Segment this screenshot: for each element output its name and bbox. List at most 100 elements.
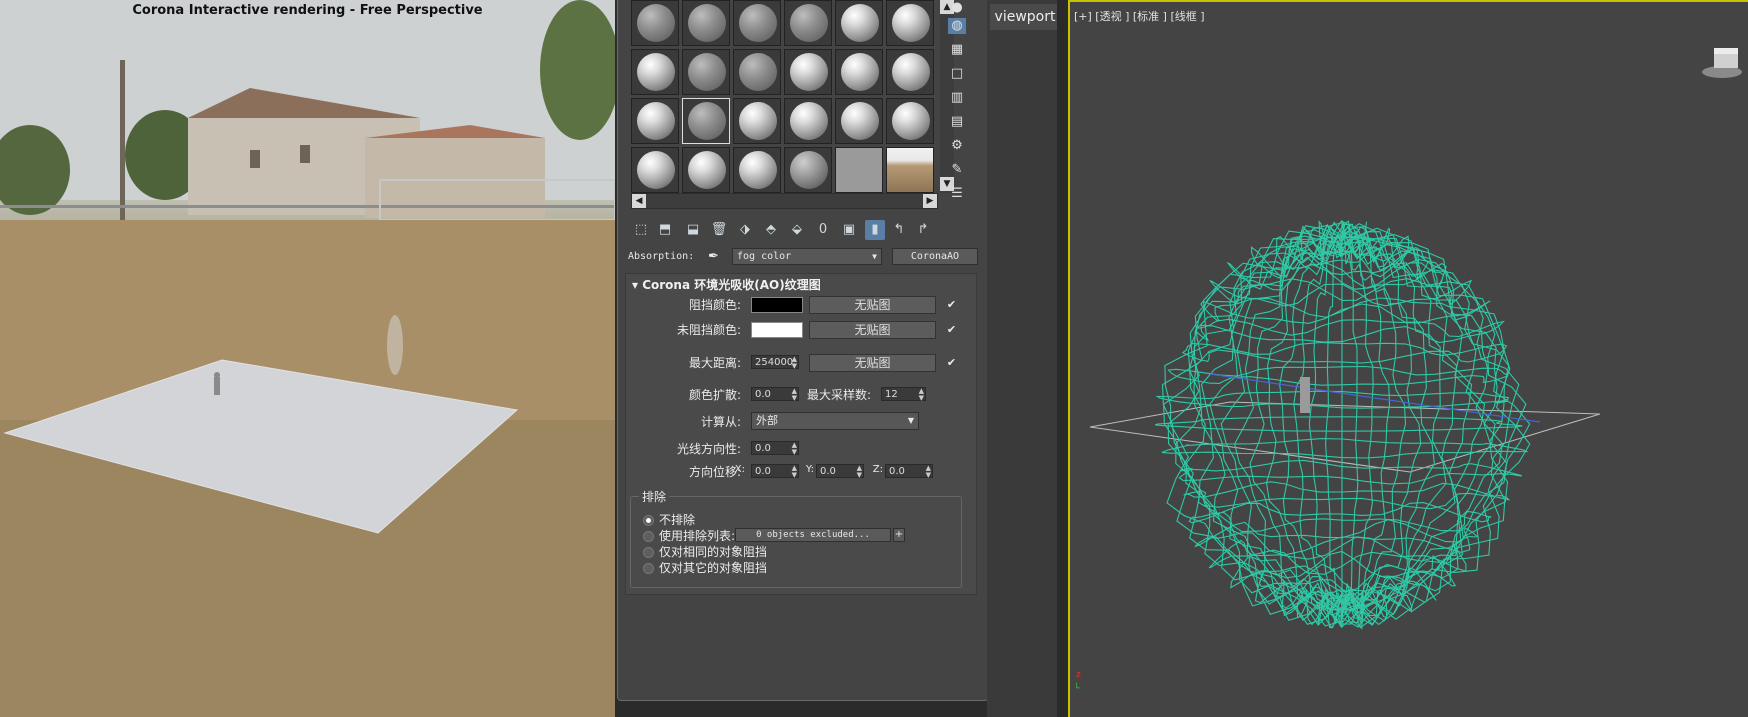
show-shaded-icon[interactable]: ▣ <box>839 220 859 240</box>
show-end-result-icon[interactable]: ▮ <box>865 220 885 240</box>
color-spread-value: 0.0 <box>755 389 771 400</box>
put-to-library-icon[interactable]: ⬙ <box>787 220 807 240</box>
material-slot[interactable] <box>733 0 781 46</box>
video-color-check-icon[interactable]: ▥ <box>948 90 966 106</box>
material-navigator-icon[interactable]: ☰ <box>948 186 966 202</box>
material-slot[interactable] <box>733 98 781 144</box>
absorption-map-button[interactable]: CoronaAO <box>892 248 978 265</box>
eyedropper-icon[interactable]: ✒ <box>708 249 719 264</box>
y-label: Y: <box>805 464 814 475</box>
options-icon[interactable]: ⚙ <box>948 138 966 154</box>
material-slot[interactable] <box>886 0 934 46</box>
material-slot[interactable] <box>631 49 679 95</box>
add-exclude-icon[interactable]: + <box>893 528 905 542</box>
material-slot[interactable] <box>784 98 832 144</box>
viewport-label[interactable]: [+] [透视 ] [标准 ] [线框 ] <box>1074 8 1205 24</box>
material-slot[interactable] <box>631 147 679 193</box>
material-slot[interactable] <box>886 98 934 144</box>
assign-material-icon[interactable]: ⬓ <box>683 220 703 240</box>
unoccluded-color-swatch[interactable] <box>751 322 803 338</box>
material-slot[interactable] <box>682 147 730 193</box>
material-slot[interactable] <box>886 147 934 193</box>
go-to-parent-icon[interactable]: ↰ <box>889 220 909 240</box>
x-offset-spinner[interactable]: 0.0 ▲ ▼ <box>751 464 799 479</box>
material-slot[interactable] <box>835 0 883 46</box>
material-slot[interactable] <box>733 49 781 95</box>
spinner-arrows-icon: ▲ ▼ <box>856 464 862 479</box>
scroll-left-icon[interactable]: ◀ <box>632 194 646 208</box>
rollout-header[interactable]: ▾ Corona 环境光吸收(AO)纹理图 <box>632 276 821 293</box>
max-distance-label: 最大距离: <box>688 356 741 370</box>
material-id-icon[interactable]: 0 <box>813 220 833 240</box>
unoccluded-map-checkbox[interactable]: ✔ <box>946 324 957 335</box>
material-slot[interactable] <box>631 0 679 46</box>
material-slot-selected[interactable] <box>682 98 730 144</box>
material-slot[interactable] <box>631 98 679 144</box>
unoccluded-map-button[interactable]: 无贴图 <box>809 321 936 339</box>
use-exclude-list-label: 使用排除列表: <box>659 529 736 543</box>
max-distance-map-button[interactable]: 无贴图 <box>809 354 936 372</box>
go-forward-sibling-icon[interactable]: ↱ <box>913 220 933 240</box>
make-unique-icon[interactable]: ⬘ <box>761 220 781 240</box>
material-editor-panel: ▲ ▼ ◀ ▶ ● ◍ ▦ □ ▥ ▤ ⚙ ✎ ☰ ⬚ ⬒ ⬓ 🗑 ⬗ ⬘ ⬙ … <box>617 0 989 701</box>
spinner-arrows-icon: ▲ ▼ <box>918 387 924 402</box>
backlight-icon[interactable]: ◍ <box>948 18 966 34</box>
x-offset-value: 0.0 <box>755 466 771 477</box>
material-slot[interactable] <box>682 49 730 95</box>
middle-strip: viewport <box>987 0 1065 717</box>
spinner-arrows-icon: ▲ ▼ <box>791 441 797 456</box>
viewcube-icon[interactable] <box>1700 42 1744 82</box>
material-slot[interactable] <box>835 147 883 193</box>
ray-directionality-spinner[interactable]: 0.0 ▲ ▼ <box>751 441 799 456</box>
same-object-only-label: 仅对相同的对象阻挡 <box>659 545 768 559</box>
material-slot[interactable] <box>784 147 832 193</box>
material-slot[interactable] <box>784 0 832 46</box>
background-icon[interactable]: ▦ <box>948 42 966 58</box>
sample-uv-icon[interactable]: □ <box>948 66 966 82</box>
viewport-tab[interactable]: viewport <box>990 4 1060 30</box>
absorption-dropdown[interactable]: fog color ▼ <box>732 248 882 265</box>
y-offset-spinner[interactable]: 0.0 ▲ ▼ <box>816 464 864 479</box>
radio-no-exclude[interactable] <box>643 515 654 526</box>
radio-use-exclude-list[interactable] <box>643 531 654 542</box>
corona-render-view[interactable]: Corona Interactive rendering - Free Pers… <box>0 0 615 717</box>
radio-other-object-only[interactable] <box>643 563 654 574</box>
make-preview-icon[interactable]: ▤ <box>948 114 966 130</box>
y-offset-value: 0.0 <box>820 466 836 477</box>
z-offset-spinner[interactable]: 0.0 ▲ ▼ <box>885 464 933 479</box>
material-slot[interactable] <box>835 98 883 144</box>
direction-offset-label: 方向位移: <box>688 465 741 479</box>
calc-from-label: 计算从: <box>700 415 741 429</box>
material-slot[interactable] <box>886 49 934 95</box>
material-slot[interactable] <box>682 0 730 46</box>
put-to-scene-icon[interactable]: ⬒ <box>655 220 675 240</box>
occluded-map-button[interactable]: 无贴图 <box>809 296 936 314</box>
z-offset-value: 0.0 <box>889 466 905 477</box>
make-copy-icon[interactable]: ⬗ <box>735 220 755 240</box>
material-slot[interactable] <box>835 49 883 95</box>
render-title: Corona Interactive rendering - Free Pers… <box>132 3 483 18</box>
material-slot[interactable] <box>784 49 832 95</box>
max-distance-map-checkbox[interactable]: ✔ <box>946 357 957 368</box>
material-slot[interactable] <box>733 147 781 193</box>
sample-type-icon[interactable]: ● <box>948 0 966 16</box>
scroll-right-icon[interactable]: ▶ <box>923 194 937 208</box>
spinner-arrows-icon: ▲ ▼ <box>925 464 931 479</box>
objects-excluded-button[interactable]: 0 objects excluded... <box>735 528 891 542</box>
occluded-color-label: 阻挡颜色: <box>688 298 741 312</box>
viewport-divider[interactable] <box>1057 0 1065 717</box>
perspective-viewport[interactable]: [+] [透视 ] [标准 ] [线框 ] z └ <box>1068 0 1748 717</box>
occluded-map-checkbox[interactable]: ✔ <box>946 299 957 310</box>
chevron-down-icon: ▼ <box>907 416 914 425</box>
occluded-color-swatch[interactable] <box>751 297 803 313</box>
radio-same-object-only[interactable] <box>643 547 654 558</box>
reset-icon[interactable]: 🗑 <box>709 220 729 240</box>
other-object-only-label: 仅对其它的对象阻挡 <box>659 561 768 575</box>
slot-scrollbar-horizontal[interactable]: ◀ ▶ <box>631 193 938 209</box>
max-distance-spinner[interactable]: 254000 ▲ ▼ <box>751 355 799 370</box>
select-by-material-icon[interactable]: ✎ <box>948 162 966 178</box>
calc-from-dropdown[interactable]: 外部 ▼ <box>751 412 919 430</box>
material-toolbar: ⬚ ⬒ ⬓ 🗑 ⬗ ⬘ ⬙ 0 ▣ ▮ ↰ ↱ <box>631 220 971 242</box>
max-samples-spinner[interactable]: 12 ▲ ▼ <box>881 387 926 402</box>
get-material-icon[interactable]: ⬚ <box>631 220 651 240</box>
